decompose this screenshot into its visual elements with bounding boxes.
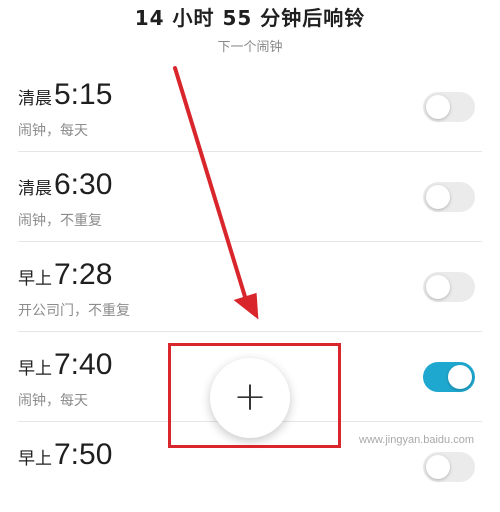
alarm-period: 清晨 [18, 89, 52, 109]
alarm-period: 早上 [18, 449, 52, 469]
alarm-time: 早上7:28 [18, 258, 112, 292]
alarm-clock-time: 7:28 [54, 258, 113, 291]
plus-icon: + [233, 374, 267, 420]
toggle-knob [448, 365, 472, 389]
alarm-toggle[interactable] [423, 272, 475, 302]
alarm-time: 清晨5:15 [18, 78, 112, 112]
add-alarm-button[interactable]: + [210, 358, 290, 438]
next-alarm-subtitle: 下一个闹钟 [217, 40, 283, 55]
toggle-knob [426, 275, 450, 299]
alarm-toggle[interactable] [423, 452, 475, 482]
toggle-knob [426, 455, 450, 479]
alarm-item[interactable]: 清晨5:15 闹钟，每天 [0, 62, 500, 152]
alarm-clock-time: 5:15 [54, 78, 113, 111]
alarm-toggle[interactable] [423, 182, 475, 212]
watermark: www.jingyan.baidu.com [359, 434, 474, 446]
alarm-period: 早上 [18, 269, 52, 289]
alarm-label: 开公司门，不重复 [18, 303, 130, 319]
alarm-toggle[interactable] [423, 92, 475, 122]
alarm-label: 闹钟，每天 [18, 123, 88, 139]
alarm-label: 闹钟，每天 [18, 393, 88, 409]
alarm-period: 早上 [18, 359, 52, 379]
toggle-knob [426, 185, 450, 209]
alarm-clock-time: 7:50 [54, 438, 113, 471]
alarm-time: 早上7:40 [18, 348, 112, 382]
alarm-period: 清晨 [18, 179, 52, 199]
toggle-knob [426, 95, 450, 119]
alarm-item[interactable]: 清晨6:30 闹钟，不重复 [0, 152, 500, 242]
alarm-clock-time: 6:30 [54, 168, 113, 201]
next-alarm-countdown: 14 小时 55 分钟后响铃 [134, 6, 366, 30]
alarm-item[interactable]: 早上7:28 开公司门，不重复 [0, 242, 500, 332]
alarm-toggle[interactable] [423, 362, 475, 392]
alarm-label: 闹钟，不重复 [18, 213, 102, 229]
alarm-time: 早上7:50 [18, 438, 112, 472]
header: 14 小时 55 分钟后响铃 下一个闹钟 [0, 0, 500, 62]
alarm-time: 清晨6:30 [18, 168, 112, 202]
alarm-clock-time: 7:40 [54, 348, 113, 381]
